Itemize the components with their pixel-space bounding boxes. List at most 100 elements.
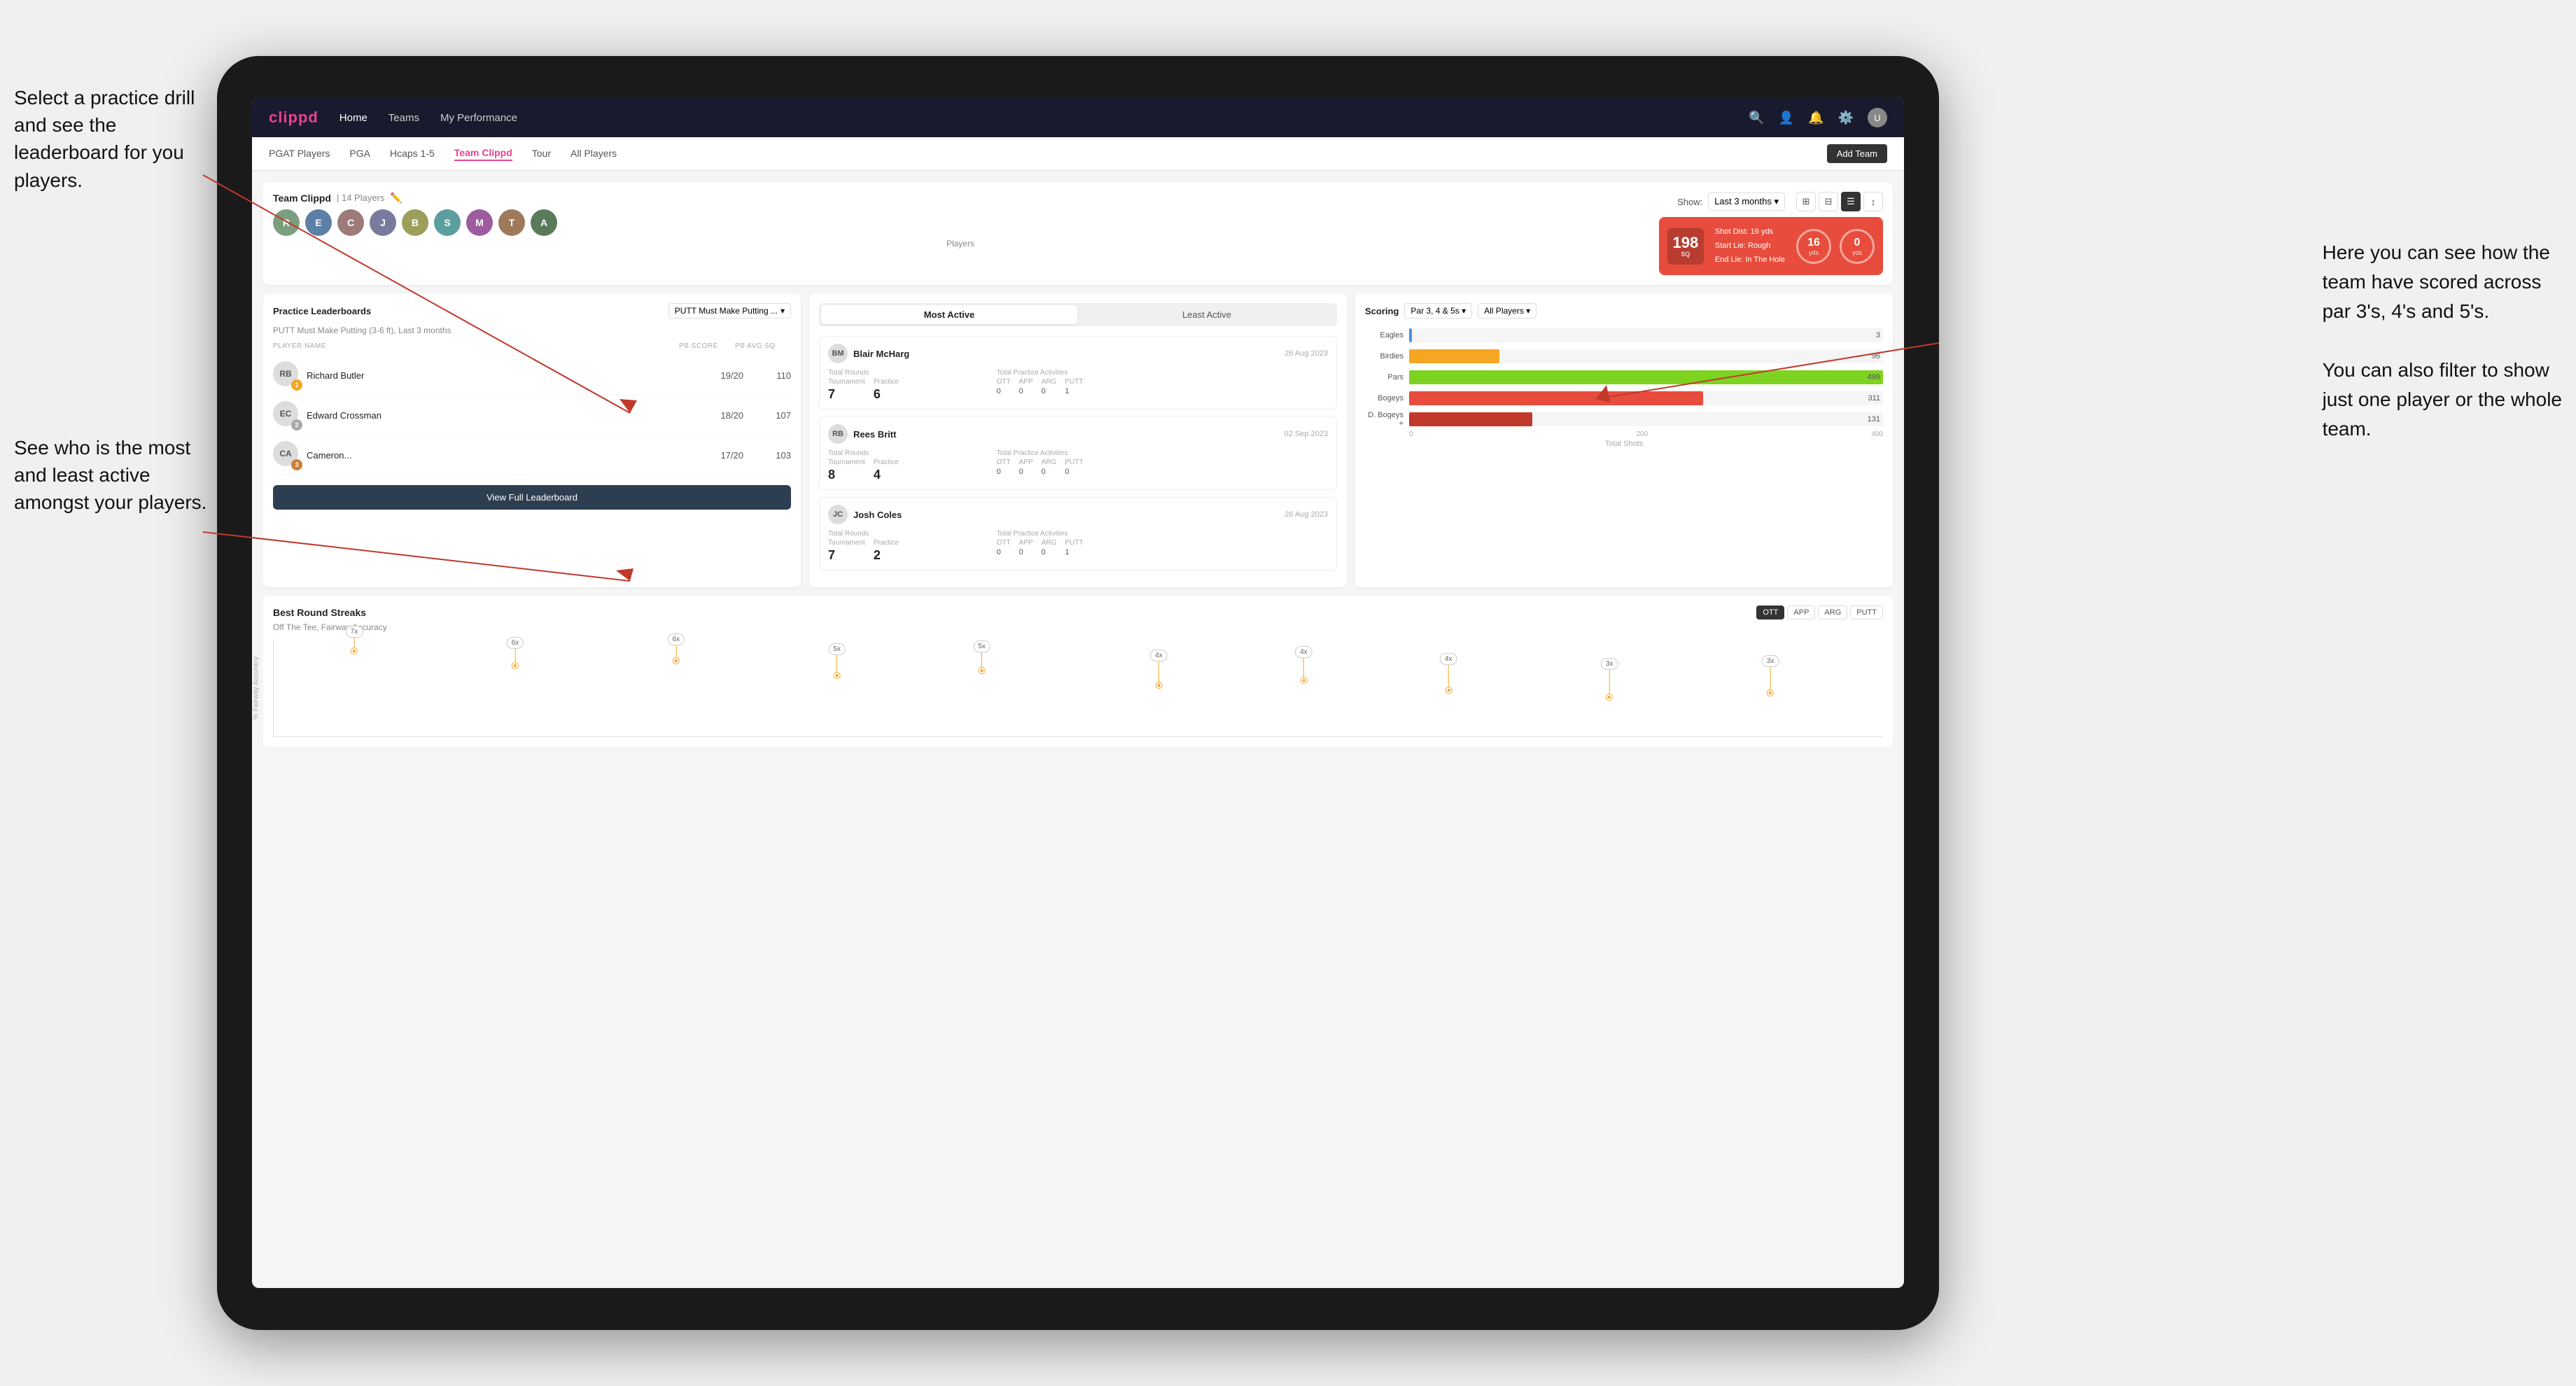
activity-name-1: Blair McHarg (853, 349, 1279, 359)
three-col-grid: Practice Leaderboards PUTT Must Make Put… (263, 293, 1893, 587)
nav-icons: 🔍 👤 🔔 ⚙️ U (1749, 108, 1887, 127)
view-sort-btn[interactable]: ↕ (1863, 192, 1883, 211)
scoring-title: Scoring (1365, 306, 1399, 316)
settings-icon[interactable]: ⚙️ (1838, 111, 1854, 125)
subnav-all-players[interactable]: All Players (570, 148, 617, 160)
subnav-hcaps[interactable]: Hcaps 1-5 (390, 148, 435, 160)
lb-table-header: PLAYER NAME PB SCORE PB AVG SQ (273, 342, 791, 350)
activity-avatar-2: RB (828, 424, 848, 444)
bar-birdies: Birdies 96 (1365, 348, 1883, 365)
bell-icon[interactable]: 🔔 (1808, 111, 1823, 125)
view-full-leaderboard-button[interactable]: View Full Leaderboard (273, 485, 791, 510)
drill-select[interactable]: PUTT Must Make Putting ... ▾ (668, 303, 791, 318)
streaks-subtitle: Off The Tee, Fairway Accuracy (273, 622, 1883, 632)
bar-bogeys: Bogeys 311 (1365, 390, 1883, 407)
filter-arg[interactable]: ARG (1818, 606, 1847, 620)
streaks-header: Best Round Streaks OTT APP ARG PUTT (273, 606, 1883, 620)
activity-stats-2: Total Rounds Tournament 8 Practice 4 (828, 449, 1328, 482)
lb-player-row-1[interactable]: RB 1 Richard Butler 19/20 110 (273, 356, 791, 396)
nav-home[interactable]: Home (340, 112, 368, 124)
nav-bar: clippd Home Teams My Performance 🔍 👤 🔔 ⚙… (252, 98, 1904, 137)
tab-most-active[interactable]: Most Active (821, 305, 1077, 324)
scoring-card: Scoring Par 3, 4 & 5s ▾ All Players ▾ Ea… (1355, 293, 1893, 587)
annotation-right: Here you can see how the team have score… (2323, 238, 2562, 444)
scoring-filter-par[interactable]: Par 3, 4 & 5s ▾ (1404, 303, 1472, 318)
shot-circle-2: 0 yds (1840, 229, 1875, 264)
lb-score-1: 19/20 (694, 370, 743, 381)
filter-ott[interactable]: OTT (1756, 606, 1784, 620)
bar-eagles: Eagles 3 (1365, 327, 1883, 344)
birdies-val: 96 (1872, 352, 1880, 360)
activities-sub-1: OTT 0 APP 0 ARG 0 (997, 378, 1328, 396)
players-label: Players (273, 239, 1648, 248)
search-icon[interactable]: 🔍 (1749, 111, 1764, 125)
eagles-label: Eagles (1365, 331, 1404, 340)
streak-chart: % Fairway Accuracy 7x 6x 6x (273, 639, 1883, 737)
streak-pin-6: 4x (1150, 650, 1168, 688)
streak-pin-4: 5x (828, 643, 846, 678)
filter-app[interactable]: APP (1787, 606, 1815, 620)
subnav-pgat[interactable]: PGAT Players (269, 148, 330, 160)
scoring-filter-players[interactable]: All Players ▾ (1478, 303, 1536, 318)
avatar-1[interactable]: R (273, 209, 300, 236)
bogeys-track: 311 (1409, 391, 1883, 405)
edit-icon[interactable]: ✏️ (390, 192, 402, 204)
activity-avatar-3: JC (828, 505, 848, 524)
dbogeys-label: D. Bogeys + (1365, 411, 1404, 428)
show-select[interactable]: Last 3 months ▾ (1708, 192, 1785, 211)
avatar-8[interactable]: T (498, 209, 525, 236)
shot-badge: 198 SQ (1667, 228, 1704, 265)
activity-card: Most Active Least Active BM Blair McHarg… (809, 293, 1347, 587)
streak-pin-1: 7x (346, 626, 363, 654)
view-list-btn[interactable]: ☰ (1841, 192, 1861, 211)
view-grid2-btn[interactable]: ⊞ (1796, 192, 1816, 211)
tab-least-active[interactable]: Least Active (1079, 305, 1335, 324)
avatar-2[interactable]: E (305, 209, 332, 236)
add-team-button[interactable]: Add Team (1827, 144, 1887, 163)
team-header-top: Team Clippd | 14 Players ✏️ R E C J B S … (273, 192, 1883, 275)
birdies-track: 96 (1409, 349, 1883, 363)
nav-teams[interactable]: Teams (388, 112, 419, 124)
avatar-3[interactable]: C (337, 209, 364, 236)
lb-player-row-3[interactable]: CA 3 Cameron... 17/20 103 (273, 435, 791, 475)
avatar-7[interactable]: M (466, 209, 493, 236)
lb-player-row-2[interactable]: EC 2 Edward Crossman 18/20 107 (273, 396, 791, 435)
tablet-shell: clippd Home Teams My Performance 🔍 👤 🔔 ⚙… (217, 56, 1939, 1330)
activity-avatar-1: BM (828, 344, 848, 363)
avatar-6[interactable]: S (434, 209, 461, 236)
pars-val: 499 (1868, 373, 1880, 382)
subnav-tour[interactable]: Tour (532, 148, 551, 160)
show-label: Show: (1677, 197, 1702, 207)
rounds-sub-1: Tournament 7 Practice 6 (828, 378, 991, 402)
team-count: | 14 Players (337, 192, 384, 203)
shot-circles: 16 yds 0 yds (1796, 229, 1875, 264)
lb-rank-avatar-1: RB 1 (273, 361, 301, 389)
avatar-icon[interactable]: U (1868, 108, 1887, 127)
scoring-header: Scoring Par 3, 4 & 5s ▾ All Players ▾ (1365, 303, 1883, 318)
view-icons: ⊞ ⊟ ☰ ↕ (1796, 192, 1883, 211)
view-grid3-btn[interactable]: ⊟ (1819, 192, 1838, 211)
streaks-filter-btns: OTT APP ARG PUTT (1756, 606, 1883, 620)
lb-avg-3: 103 (749, 450, 791, 461)
avatar-4[interactable]: J (370, 209, 396, 236)
bar-chart-area: Eagles 3 Birdies 96 (1365, 327, 1883, 428)
shot-card: 198 SQ Shot Dist: 16 yds Start Lie: Roug… (1659, 217, 1883, 275)
tournament-col-1: Tournament 7 (828, 378, 865, 402)
person-icon[interactable]: 👤 (1779, 111, 1794, 125)
dbogeys-val: 131 (1868, 415, 1880, 424)
activity-player-1-header: BM Blair McHarg 26 Aug 2023 (828, 344, 1328, 363)
avatar-5[interactable]: B (402, 209, 428, 236)
avatar-9[interactable]: A (531, 209, 557, 236)
shot-info: Shot Dist: 16 yds Start Lie: Rough End L… (1715, 225, 1785, 267)
filter-putt[interactable]: PUTT (1850, 606, 1883, 620)
streak-pin-10: 3x (1762, 655, 1779, 696)
nav-my-performance[interactable]: My Performance (440, 112, 517, 124)
annotation-top-left: Select a practice drill and see the lead… (14, 84, 210, 194)
subnav-pga[interactable]: PGA (349, 148, 370, 160)
bogeys-fill (1409, 391, 1703, 405)
team-left: Team Clippd | 14 Players ✏️ R E C J B S … (273, 192, 1648, 248)
eagles-fill (1409, 328, 1412, 342)
activity-player-3: JC Josh Coles 26 Aug 2023 Total Rounds T… (819, 497, 1337, 570)
subnav-team-clippd[interactable]: Team Clippd (454, 147, 512, 161)
lb-avg-1: 110 (749, 370, 791, 381)
